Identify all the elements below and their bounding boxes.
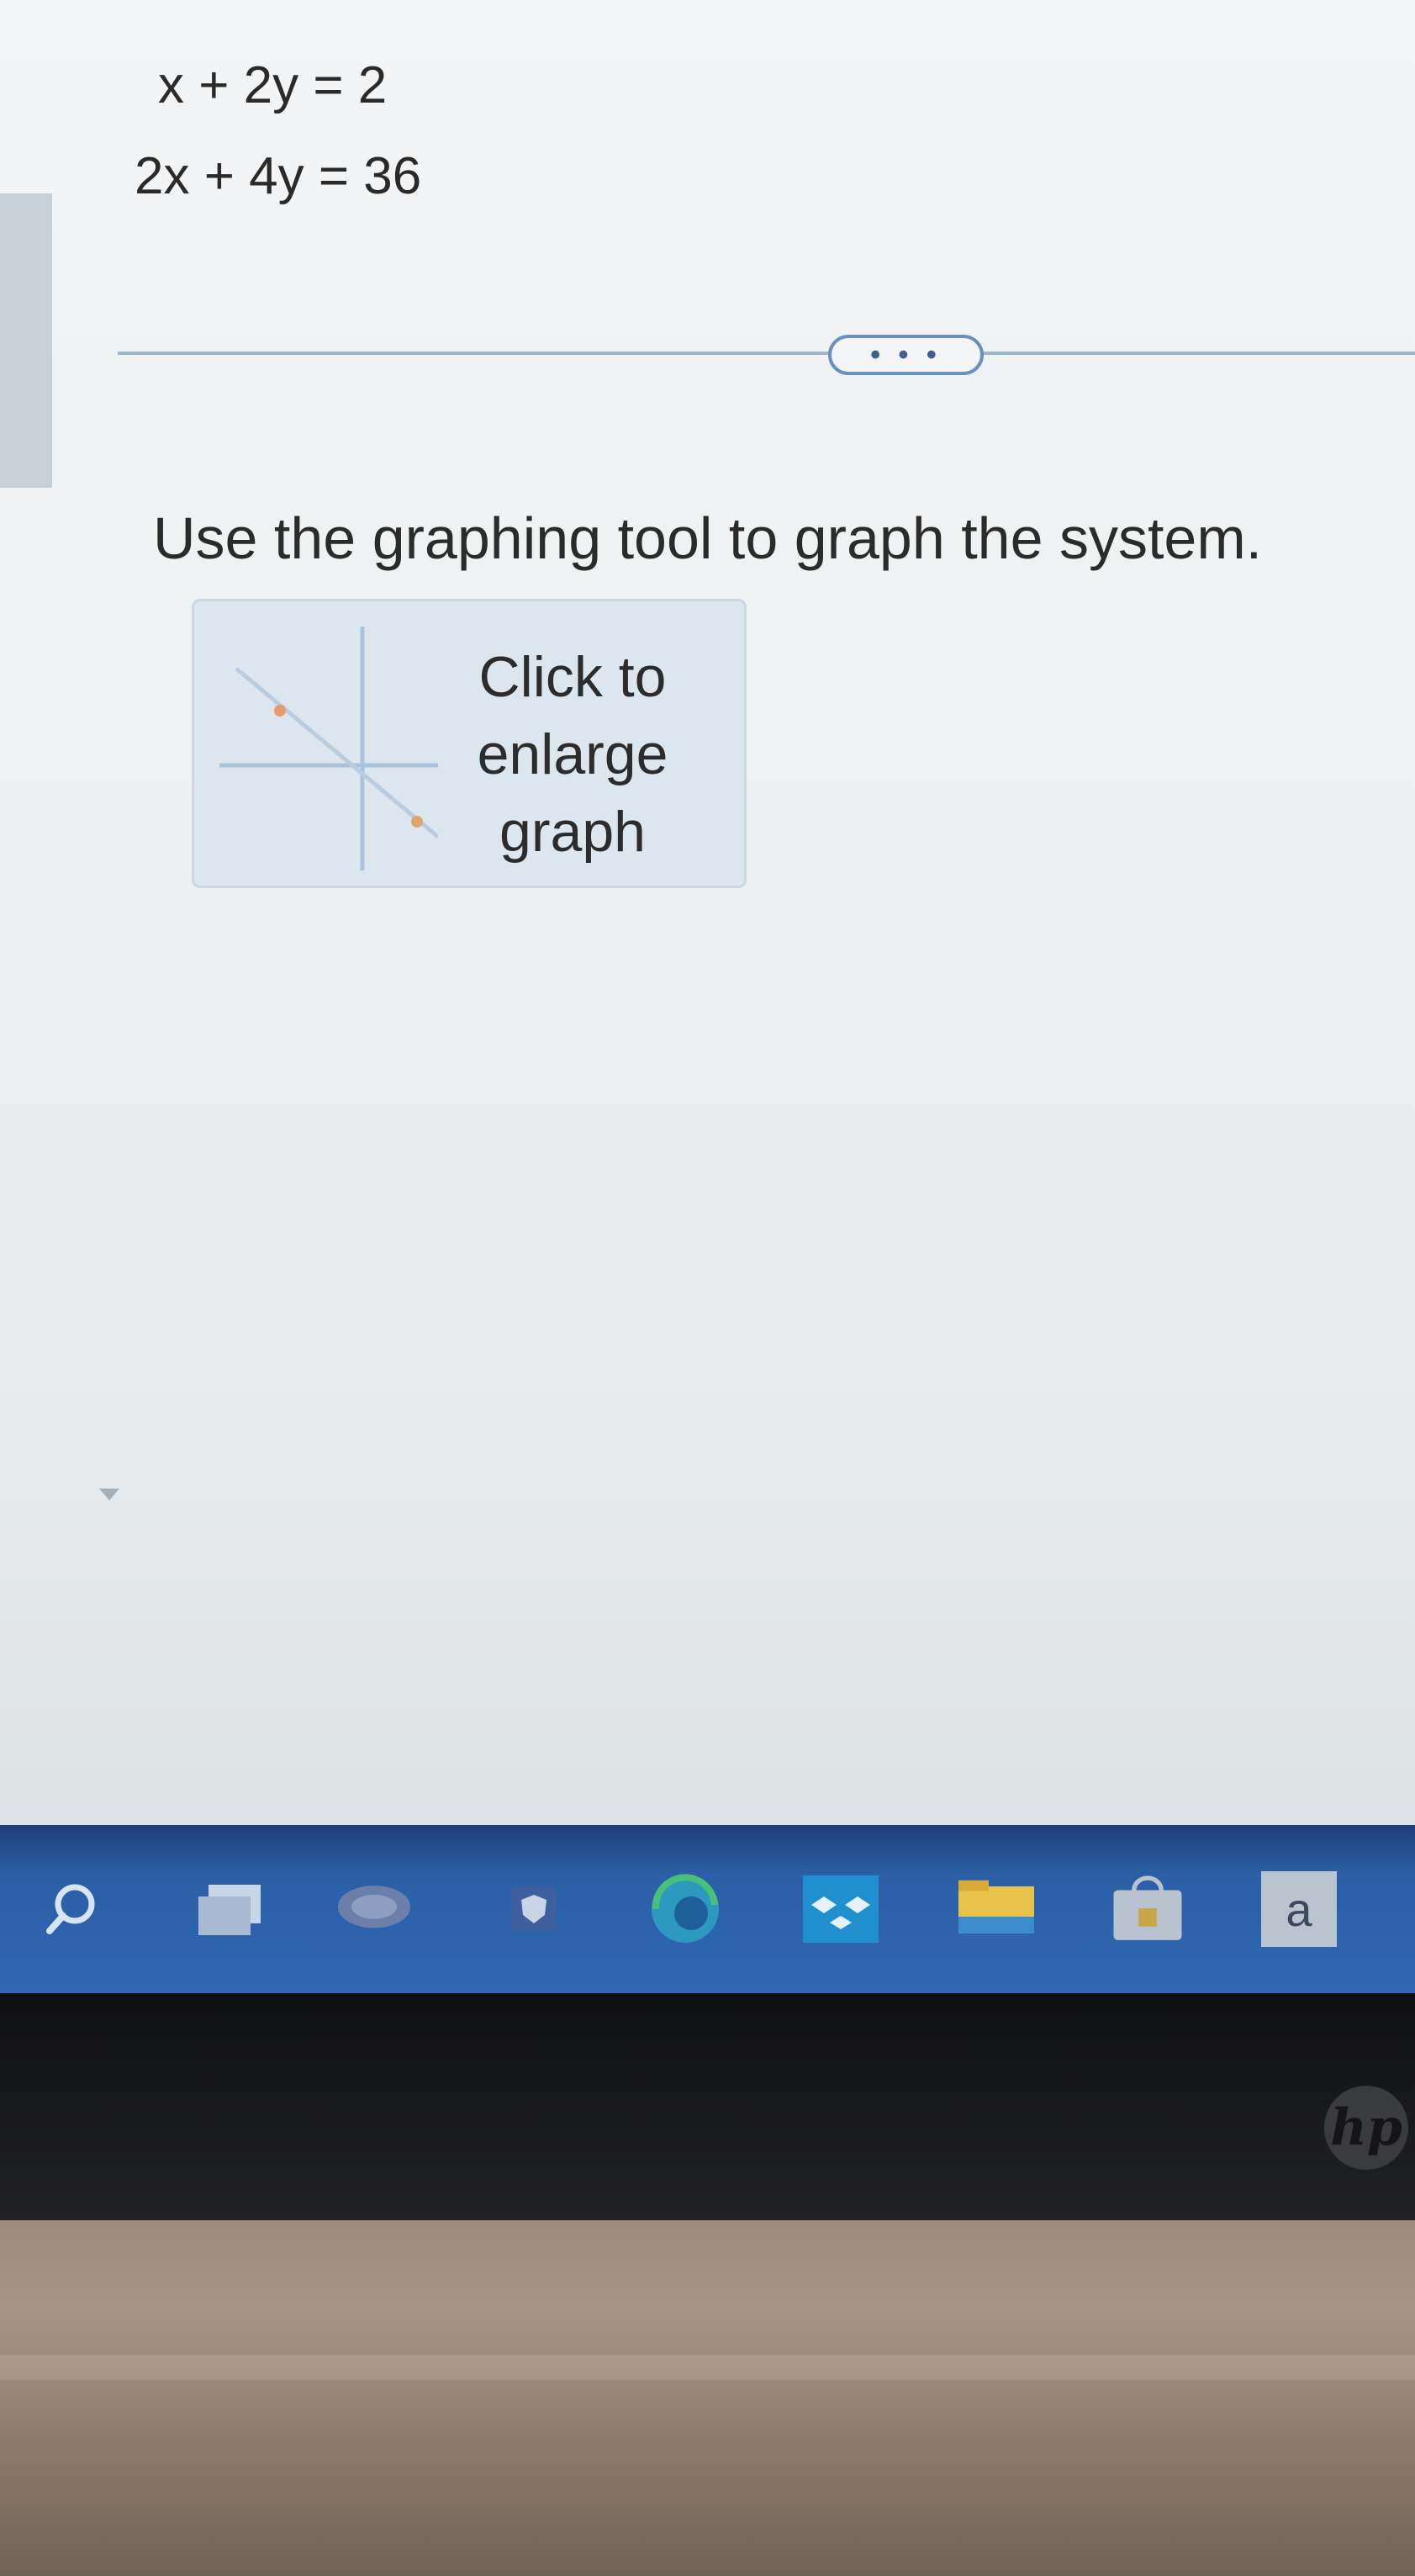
- equation-2: 2x + 4y = 36: [135, 147, 422, 205]
- graph-label-line-1: Click to: [478, 645, 667, 709]
- enlarge-graph-button[interactable]: Click to enlarge graph: [192, 599, 747, 888]
- chat-icon[interactable]: [336, 1871, 412, 1947]
- text-app-label: a: [1286, 1882, 1312, 1936]
- browser-viewport: x + 2y = 2 2x + 4y = 36 • • • Use the gr…: [0, 0, 1415, 1833]
- text-app-icon[interactable]: a: [1261, 1871, 1337, 1947]
- laptop-bezel: [0, 1993, 1415, 2220]
- graph-label-line-2: enlarge: [477, 722, 668, 786]
- search-icon[interactable]: [34, 1871, 109, 1947]
- laptop-body: [0, 2220, 1415, 2576]
- file-explorer-icon[interactable]: [958, 1871, 1034, 1947]
- instruction-text: Use the graphing tool to graph the syste…: [153, 505, 1263, 571]
- store-icon[interactable]: [1110, 1871, 1185, 1947]
- task-view-icon[interactable]: [192, 1871, 267, 1947]
- edge-browser-icon[interactable]: [647, 1871, 723, 1947]
- equation-system: x + 2y = 2 2x + 4y = 36: [135, 40, 421, 222]
- scroll-down-arrow-icon[interactable]: [99, 1489, 119, 1500]
- graph-label-line-3: graph: [499, 800, 646, 864]
- security-shield-icon[interactable]: [496, 1871, 572, 1947]
- laptop-edge-highlight: [0, 2355, 1415, 2380]
- section-divider: [118, 352, 1415, 355]
- left-scroll-panel[interactable]: [0, 193, 52, 488]
- more-options-button[interactable]: • • •: [828, 335, 984, 375]
- enlarge-graph-label: Click to enlarge graph: [438, 638, 707, 870]
- equation-1: x + 2y = 2: [158, 56, 388, 114]
- hp-logo-text: hp: [1330, 2098, 1402, 2157]
- hp-logo: hp: [1324, 2086, 1408, 2170]
- dropbox-icon[interactable]: [803, 1871, 879, 1947]
- graph-thumbnail-icon: [219, 627, 438, 870]
